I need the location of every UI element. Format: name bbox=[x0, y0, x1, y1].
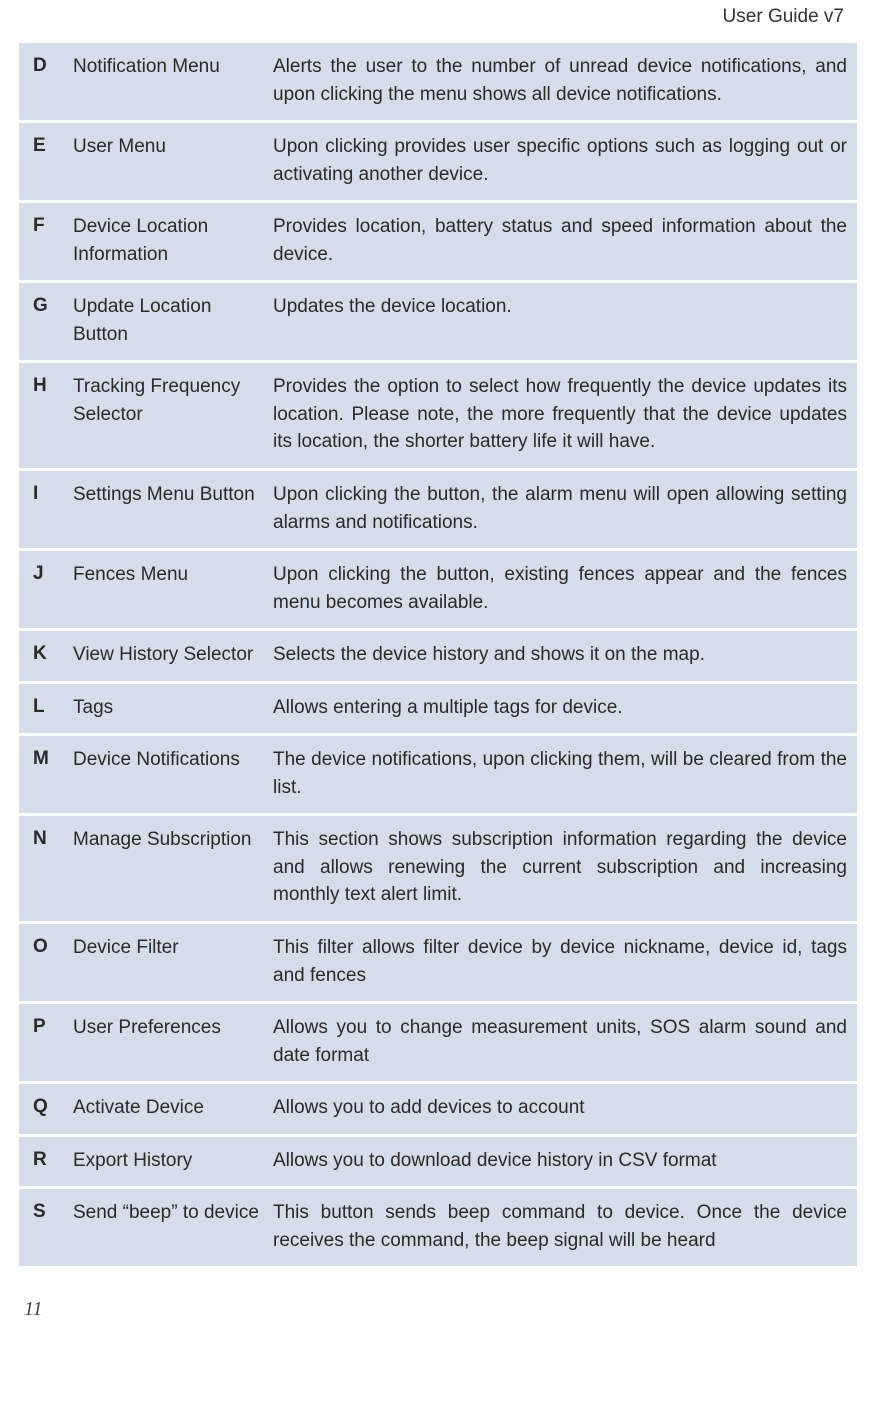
table-row: LTagsAllows entering a multiple tags for… bbox=[18, 683, 858, 736]
row-letter: K bbox=[29, 641, 73, 669]
row-name: Manage Subscription bbox=[73, 826, 273, 909]
row-letter: F bbox=[29, 213, 73, 268]
row-description: Provides location, battery status and sp… bbox=[273, 213, 847, 268]
row-description: Upon clicking the button, the alarm menu… bbox=[273, 481, 847, 536]
row-description: Upon clicking provides user specific opt… bbox=[273, 133, 847, 188]
row-name: Fences Menu bbox=[73, 561, 273, 616]
row-letter: R bbox=[29, 1147, 73, 1175]
table-row: GUpdate Location ButtonUpdates the devic… bbox=[18, 282, 858, 362]
row-letter: J bbox=[29, 561, 73, 616]
row-description: Upon clicking the button, existing fence… bbox=[273, 561, 847, 616]
table-row: NManage SubscriptionThis section shows s… bbox=[18, 815, 858, 923]
page-title: User Guide v7 bbox=[18, 0, 858, 42]
table-row: JFences MenuUpon clicking the button, ex… bbox=[18, 550, 858, 630]
row-letter: I bbox=[29, 481, 73, 536]
row-description: Allows you to change measurement units, … bbox=[273, 1014, 847, 1069]
row-description: Alerts the user to the number of unread … bbox=[273, 53, 847, 108]
row-name: Export History bbox=[73, 1147, 273, 1175]
row-letter: D bbox=[29, 53, 73, 108]
row-name: Activate Device bbox=[73, 1094, 273, 1122]
row-name: Send “beep” to device bbox=[73, 1199, 273, 1254]
table-row: FDevice Location InformationProvides loc… bbox=[18, 202, 858, 282]
row-name: Device Filter bbox=[73, 934, 273, 989]
table-row: MDevice NotificationsThe device notifica… bbox=[18, 735, 858, 815]
row-description: This filter allows filter device by devi… bbox=[273, 934, 847, 989]
document-page: User Guide v7 D Notification MenuAlerts … bbox=[0, 0, 876, 1361]
row-name: Settings Menu Button bbox=[73, 481, 273, 536]
row-description: The device notifications, upon clicking … bbox=[273, 746, 847, 801]
table-row: QActivate DeviceAllows you to add device… bbox=[18, 1083, 858, 1136]
reference-table: D Notification MenuAlerts the user to th… bbox=[18, 42, 858, 1268]
row-name: Notification Menu bbox=[73, 53, 273, 108]
table-row: D Notification MenuAlerts the user to th… bbox=[18, 42, 858, 122]
table-row: HTracking Frequency SelectorProvides the… bbox=[18, 362, 858, 470]
row-name: Tags bbox=[73, 694, 273, 722]
page-number: 11 bbox=[18, 1268, 858, 1321]
row-letter: H bbox=[29, 373, 73, 456]
row-description: Allows entering a multiple tags for devi… bbox=[273, 694, 847, 722]
row-letter: P bbox=[29, 1014, 73, 1069]
row-description: Updates the device location. bbox=[273, 293, 847, 348]
row-letter: G bbox=[29, 293, 73, 348]
row-description: Selects the device history and shows it … bbox=[273, 641, 847, 669]
row-letter: L bbox=[29, 694, 73, 722]
row-description: Allows you to add devices to account bbox=[273, 1094, 847, 1122]
row-name: Device Notifications bbox=[73, 746, 273, 801]
row-letter: O bbox=[29, 934, 73, 989]
row-name: Tracking Frequency Selector bbox=[73, 373, 273, 456]
row-name: Device Location Information bbox=[73, 213, 273, 268]
row-name: Update Location Button bbox=[73, 293, 273, 348]
table-row: E User MenuUpon clicking provides user s… bbox=[18, 122, 858, 202]
row-letter: N bbox=[29, 826, 73, 909]
row-letter: S bbox=[29, 1199, 73, 1254]
table-row: KView History SelectorSelects the device… bbox=[18, 630, 858, 683]
row-description: This button sends beep command to device… bbox=[273, 1199, 847, 1254]
row-letter: Q bbox=[29, 1094, 73, 1122]
row-description: Provides the option to select how freque… bbox=[273, 373, 847, 456]
table-row: RExport HistoryAllows you to download de… bbox=[18, 1136, 858, 1189]
table-row: SSend “beep” to deviceThis button sends … bbox=[18, 1188, 858, 1268]
table-row: ISettings Menu ButtonUpon clicking the b… bbox=[18, 470, 858, 550]
row-name: User Menu bbox=[73, 133, 273, 188]
row-description: This section shows subscription informat… bbox=[273, 826, 847, 909]
row-name: User Preferences bbox=[73, 1014, 273, 1069]
row-name: View History Selector bbox=[73, 641, 273, 669]
row-letter: M bbox=[29, 746, 73, 801]
table-row: ODevice FilterThis filter allows filter … bbox=[18, 923, 858, 1003]
row-letter: E bbox=[29, 133, 73, 188]
row-description: Allows you to download device history in… bbox=[273, 1147, 847, 1175]
table-row: PUser PreferencesAllows you to change me… bbox=[18, 1003, 858, 1083]
